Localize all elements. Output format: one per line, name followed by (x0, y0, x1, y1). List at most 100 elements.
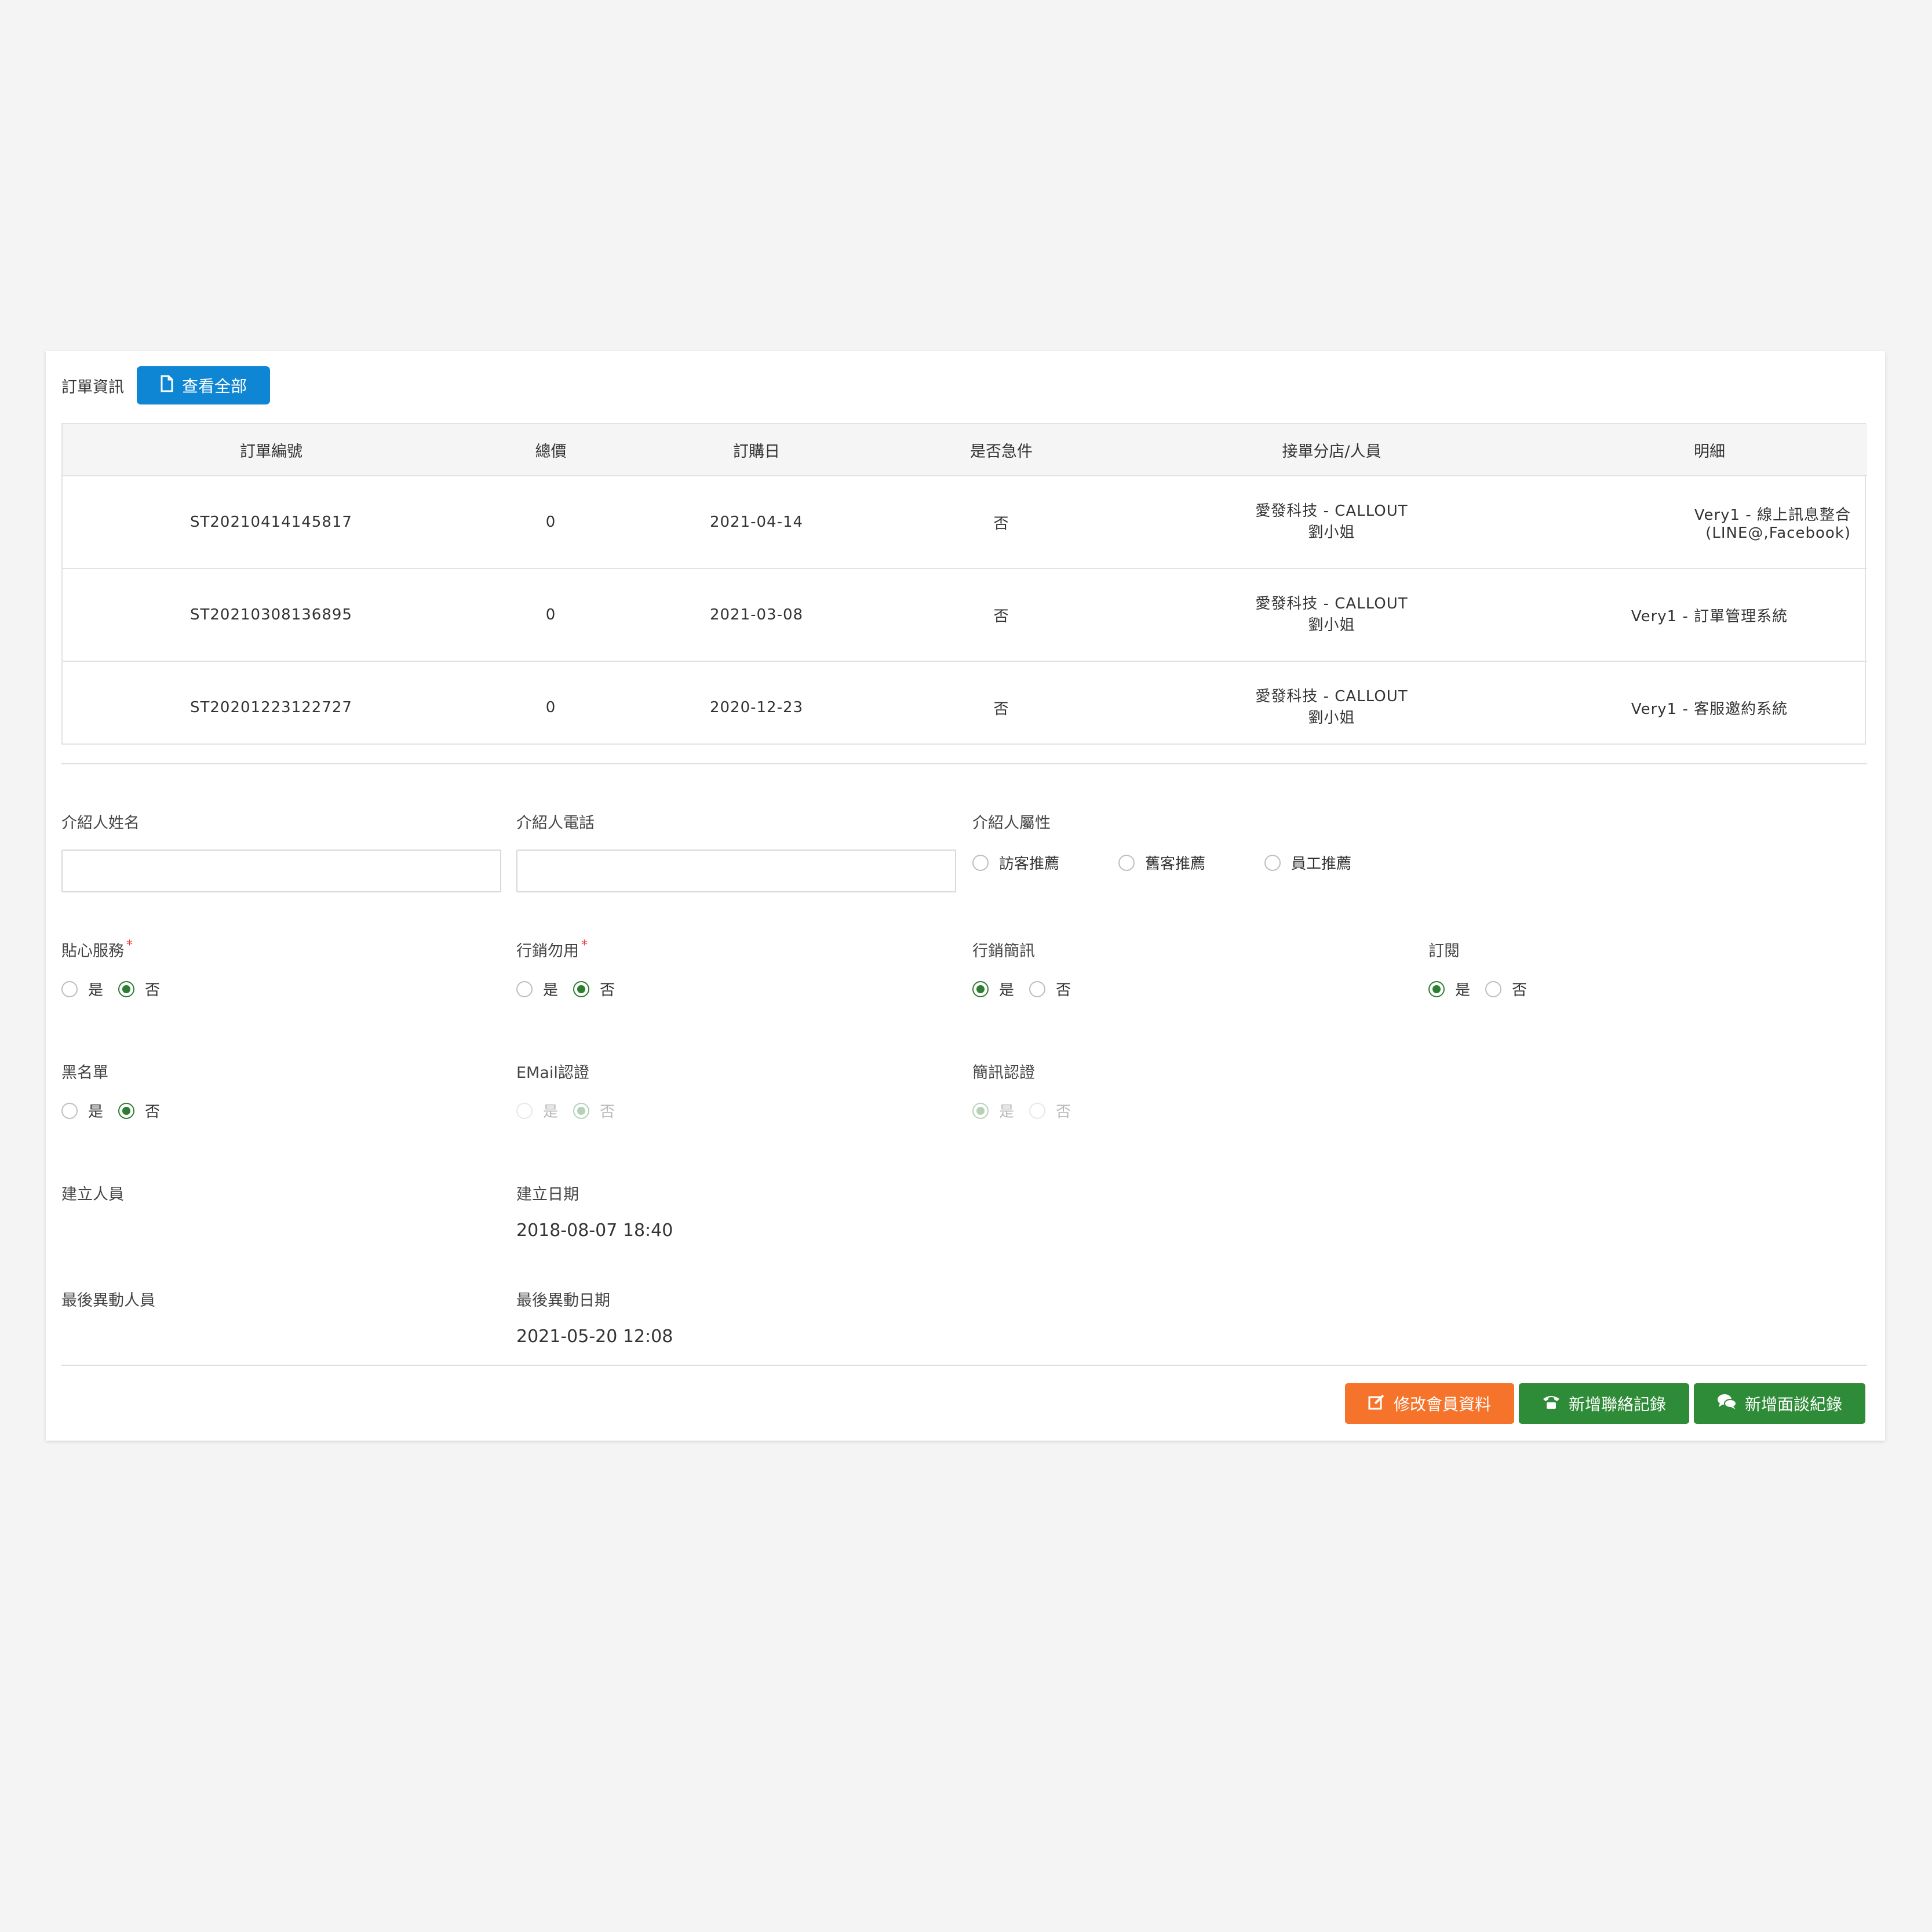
action-buttons: 修改會員資料 新增聯絡記錄 新增面談紀錄 (1344, 1383, 1865, 1424)
referrer-phone-input[interactable] (516, 850, 956, 892)
care-service-label: 貼心服務 * (61, 938, 133, 961)
sms-verify-radio-group: 是 否 (972, 1100, 1086, 1121)
referrer-type-label: 介紹人屬性 (972, 814, 1051, 832)
no-marketing-radio-group: 是 否 (516, 978, 630, 1000)
branch-staff-cell: 愛發科技 - CALLOUT 劉小姐 (1111, 568, 1552, 662)
radio-label: 否 (600, 1103, 615, 1121)
add-contact-record-label: 新增聯絡記錄 (1568, 1395, 1666, 1414)
order-number-cell: ST20210414145817 (63, 476, 480, 569)
radio-label: 否 (1056, 1103, 1071, 1121)
branch-text: 愛發科技 - CALLOUT (1255, 688, 1408, 705)
radio-button[interactable] (118, 1102, 135, 1119)
radio-button (573, 1102, 590, 1119)
no-marketing-label: 行銷勿用 * (516, 938, 588, 961)
edit-member-button[interactable]: 修改會員資料 (1344, 1383, 1514, 1424)
referrer-type-radio-group: 訪客推薦 舊客推薦 員工推薦 (972, 852, 1366, 873)
branch-text: 愛發科技 - CALLOUT (1255, 502, 1408, 520)
email-verify-label: EMail認證 (516, 1064, 589, 1082)
radio-button[interactable] (61, 1102, 78, 1119)
table-row[interactable]: ST20210414145817 0 2021-04-14 否 愛發科技 - C… (63, 476, 1867, 569)
referrer-name-input[interactable] (61, 850, 501, 892)
view-all-button[interactable]: 查看全部 (137, 366, 271, 404)
sms-verify-no: 否 (1029, 1100, 1071, 1121)
radio-label: 是 (543, 1103, 559, 1121)
radio-label: 否 (1056, 982, 1071, 999)
order-date-cell: 2021-04-14 (622, 476, 891, 569)
radio-button[interactable] (118, 980, 135, 997)
total-cell: 0 (480, 476, 622, 569)
radio-button[interactable] (1428, 980, 1445, 997)
email-verify-radio-group: 是 否 (516, 1100, 630, 1121)
radio-label: 否 (145, 1103, 161, 1121)
radio-label: 是 (88, 1103, 104, 1121)
urgent-cell: 否 (993, 700, 1009, 718)
modified-date-label: 最後異動日期 (516, 1292, 610, 1310)
marketing-sms-no[interactable]: 否 (1029, 978, 1071, 1000)
column-header[interactable]: 訂單編號 (63, 424, 480, 476)
radio-button (1029, 1102, 1046, 1119)
radio-label: 是 (999, 982, 1015, 999)
referrer-type-employee[interactable]: 員工推薦 (1264, 852, 1351, 873)
subscribe-no[interactable]: 否 (1485, 978, 1527, 1000)
blacklist-yes[interactable]: 是 (61, 1100, 103, 1121)
blacklist-radio-group: 是 否 (61, 1100, 175, 1121)
table-row[interactable]: ST20210308136895 0 2021-03-08 否 愛發科技 - C… (63, 568, 1867, 662)
order-table: 訂單編號 總價 訂購日 是否急件 接單分店/人員 明細 ST2021041414… (61, 423, 1867, 745)
marketing-sms-yes[interactable]: 是 (972, 978, 1014, 1000)
radio-label: 否 (600, 982, 615, 999)
radio-button[interactable] (972, 854, 989, 871)
edit-icon (1368, 1393, 1386, 1415)
radio-button[interactable] (61, 980, 78, 997)
detail-cell: Very1 - 訂單管理系統 (1552, 568, 1867, 662)
email-verify-no: 否 (573, 1100, 615, 1121)
branch-staff-cell: 愛發科技 - CALLOUT 劉小姐 (1111, 476, 1552, 569)
phone-icon (1542, 1393, 1561, 1415)
branch-staff-cell: 愛發科技 - CALLOUT 劉小姐 (1111, 661, 1552, 753)
radio-button[interactable] (1029, 980, 1046, 997)
radio-button[interactable] (1118, 854, 1135, 871)
no-marketing-no[interactable]: 否 (573, 978, 615, 1000)
detail-cell: Very1 - 客服邀約系統 (1631, 700, 1788, 718)
radio-button[interactable] (1485, 980, 1502, 997)
radio-button[interactable] (1264, 854, 1281, 871)
care-service-label-text: 貼心服務 (61, 942, 124, 960)
radio-button (972, 1102, 989, 1119)
no-marketing-label-text: 行銷勿用 (516, 942, 579, 960)
care-service-yes[interactable]: 是 (61, 978, 103, 1000)
radio-label: 是 (999, 1103, 1015, 1121)
referrer-name-label: 介紹人姓名 (61, 814, 140, 832)
column-header[interactable]: 明細 (1552, 424, 1867, 476)
created-date-label: 建立日期 (516, 1186, 579, 1204)
file-icon (160, 375, 174, 396)
radio-button[interactable] (573, 980, 590, 997)
referrer-type-old-customer[interactable]: 舊客推薦 (1118, 852, 1264, 873)
footer-divider (61, 1365, 1867, 1366)
add-interview-record-button[interactable]: 新增面談紀錄 (1693, 1383, 1865, 1424)
add-interview-record-label: 新增面談紀錄 (1744, 1395, 1842, 1414)
order-date-cell: 2020-12-23 (709, 699, 804, 716)
created-by-label: 建立人員 (61, 1186, 124, 1204)
blacklist-no[interactable]: 否 (118, 1100, 160, 1121)
radio-button[interactable] (516, 980, 533, 997)
radio-button[interactable] (972, 980, 989, 997)
column-header[interactable]: 接單分店/人員 (1111, 424, 1552, 476)
care-service-no[interactable]: 否 (118, 978, 160, 1000)
order-number-cell: ST20201223122727 (190, 699, 352, 716)
referrer-type-visitor[interactable]: 訪客推薦 (972, 852, 1118, 873)
total-cell: 0 (480, 568, 622, 662)
created-date-value: 2018-08-07 18:40 (516, 1220, 673, 1241)
table-row[interactable]: ST20201223122727 0 2020-12-23 否 愛發科技 - C… (63, 661, 1867, 753)
sms-verify-yes: 是 (972, 1100, 1014, 1121)
branch-text: 愛發科技 - CALLOUT (1255, 595, 1408, 613)
radio-label: 是 (543, 982, 559, 999)
radio-label: 是 (88, 982, 104, 999)
add-contact-record-button[interactable]: 新增聯絡記錄 (1518, 1383, 1689, 1424)
subscribe-label: 訂閱 (1428, 942, 1460, 960)
subscribe-yes[interactable]: 是 (1428, 978, 1470, 1000)
no-marketing-yes[interactable]: 是 (516, 978, 558, 1000)
modified-date-value: 2021-05-20 12:08 (516, 1326, 673, 1347)
column-header[interactable]: 訂購日 (622, 424, 891, 476)
column-header[interactable]: 是否急件 (891, 424, 1111, 476)
column-header[interactable]: 總價 (480, 424, 622, 476)
email-verify-yes: 是 (516, 1100, 558, 1121)
